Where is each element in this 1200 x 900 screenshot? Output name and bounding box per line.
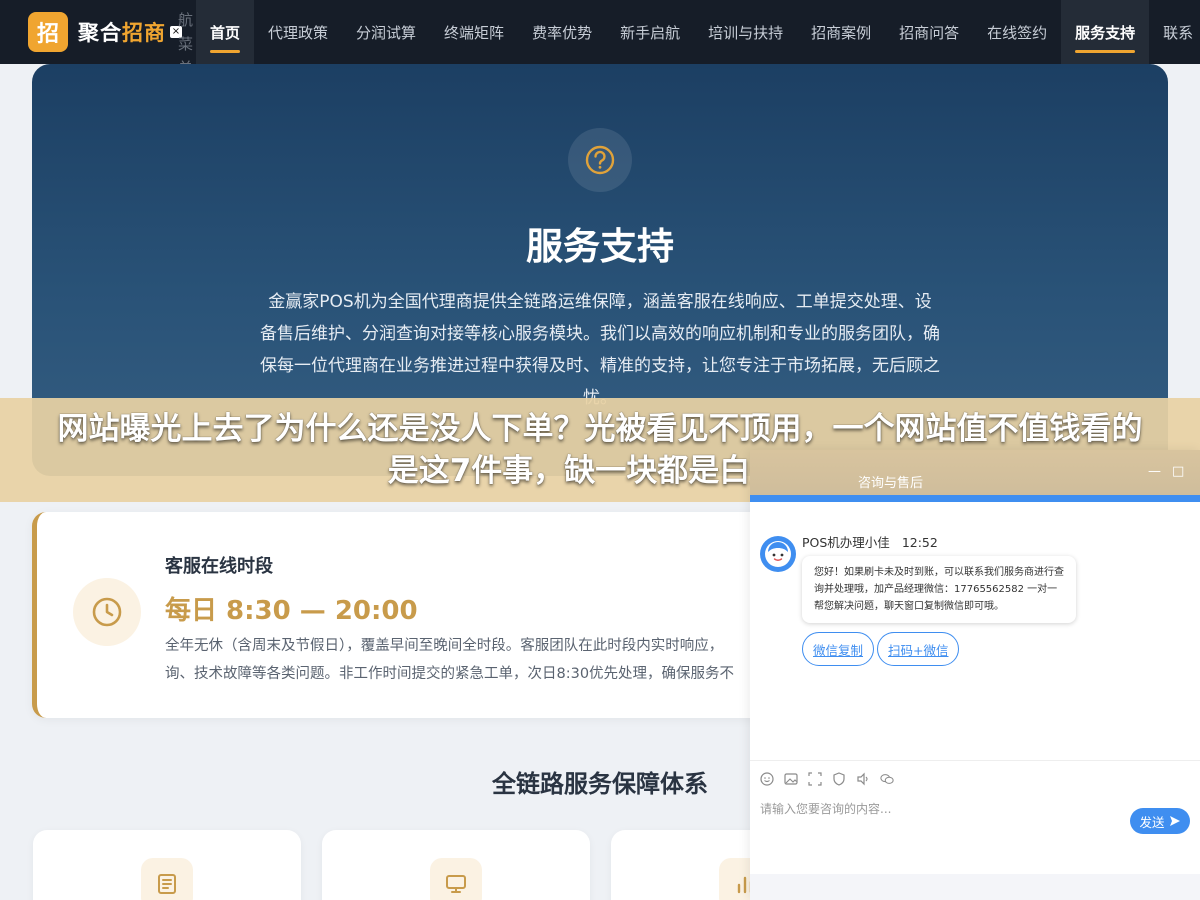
brand-name-part1: 聚合 [78, 21, 122, 45]
emoji-icon[interactable] [760, 771, 774, 786]
chat-message-input[interactable]: 请输入您要咨询的内容... [760, 800, 891, 817]
send-icon [1169, 816, 1180, 826]
nav-item-profit-calculator[interactable]: 分润试算 [342, 0, 430, 64]
nav-item-faq[interactable]: 招商问答 [885, 0, 973, 64]
feature-card[interactable] [33, 830, 301, 900]
page-title: 服务支持 [526, 225, 674, 268]
nav-item-training-support[interactable]: 培训与扶持 [694, 0, 797, 64]
nav-items: 首页 代理政策 分润试算 终端矩阵 费率优势 新手启航 培训与扶持 招商案例 招… [196, 0, 1200, 64]
nav-item-agent-policy[interactable]: 代理政策 [254, 0, 342, 64]
document-icon [141, 858, 193, 900]
maximize-icon[interactable]: □ [1172, 464, 1184, 479]
agent-message: 您好！如果刷卡未及时到账，可以联系我们服务商进行查询并处理哦，加产品经理微信：1… [802, 556, 1076, 623]
service-hours-description: 全年无休（含周末及节假日），覆盖早间至晚间全时段。客服团队在此时段内实时响应， … [165, 632, 785, 688]
brand-name-part2: 招商 [122, 21, 166, 45]
volume-icon[interactable] [856, 772, 870, 786]
message-time: 12:52 [901, 535, 938, 550]
screenshot-icon[interactable] [808, 771, 822, 786]
chat-toolbar [750, 760, 1200, 796]
nav-item-home[interactable]: 首页 [196, 0, 255, 64]
nav-item-service-support[interactable]: 服务支持 [1061, 0, 1150, 64]
agent-name: POS机办理小佳 12:52 [802, 532, 938, 551]
service-hours-title: 客服在线时段 [165, 556, 273, 577]
chat-widget: 咨询与售后 — □ POS机办理小佳 12:52 您好！如果刷卡未及时到账，可以联… [750, 450, 1200, 900]
chat-header-title: 咨询与售后 [858, 476, 924, 491]
nav-item-online-signing[interactable]: 在线签约 [973, 0, 1061, 64]
send-button-label: 发送 [1139, 814, 1165, 830]
nav-item-rate-advantage[interactable]: 费率优势 [518, 0, 606, 64]
top-navigation: 招 聚合招商 × 航菜单 首页 代理政策 分润试算 终端矩阵 费率优势 新手启航… [0, 0, 1200, 64]
service-hours-card: 客服在线时段 每日 8:30 — 20:00 全年无休（含周末及节假日），覆盖早… [32, 512, 792, 718]
chat-footer [750, 874, 1200, 900]
nav-item-terminal-matrix[interactable]: 终端矩阵 [430, 0, 518, 64]
copy-wechat-button[interactable]: 微信复制 [802, 632, 875, 666]
brand-name: 聚合招商 [78, 17, 166, 47]
wechat-icon[interactable] [880, 772, 894, 786]
nav-menu-label[interactable]: 航菜单 [178, 8, 194, 64]
logo[interactable]: 招 聚合招商 × [28, 0, 182, 64]
hero-description: 金赢家POS机为全国代理商提供全链路运维保障，涵盖客服在线响应、工单提交处理、设… [260, 292, 940, 408]
nav-item-contact[interactable]: 联系 [1149, 0, 1200, 64]
image-icon[interactable] [784, 772, 798, 786]
chat-header[interactable]: 咨询与售后 — □ [750, 450, 1200, 502]
scan-wechat-button[interactable]: 扫码+微信 [877, 632, 960, 666]
service-hours-description-line1: 全年无休（含周末及节假日），覆盖早间至晚间全时段。客服团队在此时段内实时响应， [165, 638, 724, 654]
question-circle-icon [568, 128, 632, 192]
clock-icon [73, 578, 141, 646]
nav-item-beginner-guide[interactable]: 新手启航 [606, 0, 694, 64]
feature-card[interactable] [322, 830, 590, 900]
nav-item-cases[interactable]: 招商案例 [797, 0, 885, 64]
shield-icon[interactable] [832, 771, 846, 786]
logo-icon: 招 [28, 12, 68, 52]
minimize-icon[interactable]: — [1148, 464, 1161, 479]
service-hours-description-line2: 询、技术故障等各类问题。非工作时间提交的紧急工单，次日8:30优先处理，确保服务… [165, 666, 735, 682]
service-hours-value: 每日 8:30 — 20:00 [165, 596, 418, 626]
agent-name-text: POS机办理小佳 [802, 535, 890, 550]
monitor-icon [430, 858, 482, 900]
chat-messages: POS机办理小佳 12:52 您好！如果刷卡未及时到账，可以联系我们服务商进行查询… [750, 502, 1200, 760]
send-button[interactable]: 发送 [1130, 808, 1190, 834]
agent-avatar [760, 536, 796, 572]
